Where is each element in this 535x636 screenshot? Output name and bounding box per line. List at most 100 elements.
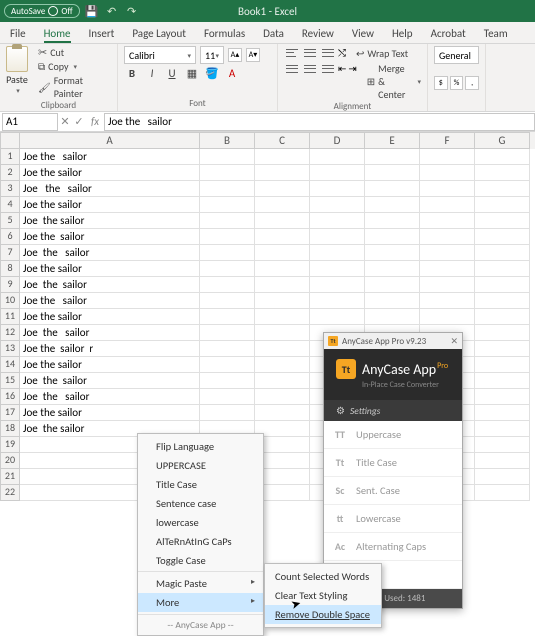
cell[interactable] bbox=[200, 213, 255, 229]
cell[interactable] bbox=[475, 453, 530, 469]
cell[interactable] bbox=[365, 165, 420, 181]
cell[interactable] bbox=[310, 293, 365, 309]
italic-button[interactable]: I bbox=[144, 67, 160, 80]
row-header[interactable]: 12 bbox=[0, 325, 20, 341]
cell[interactable] bbox=[365, 213, 420, 229]
sm-count-words[interactable]: Count Selected Words bbox=[265, 567, 381, 586]
sm-remove-double-space[interactable]: Remove Double Space bbox=[265, 605, 381, 624]
tab-team[interactable]: Team bbox=[484, 27, 508, 43]
cm-togglecase[interactable]: Toggle Case bbox=[138, 551, 263, 572]
cm-sentencecase[interactable]: Sentence case bbox=[138, 494, 263, 513]
row-header[interactable]: 9 bbox=[0, 277, 20, 293]
cell[interactable] bbox=[475, 261, 530, 277]
anycase-settings-button[interactable]: ⚙ Settings bbox=[324, 400, 462, 421]
tab-data[interactable]: Data bbox=[263, 27, 284, 43]
cell[interactable]: Joe the sailor bbox=[20, 197, 200, 213]
font-color-button[interactable]: A bbox=[224, 67, 240, 80]
cell[interactable]: Joe the sailor bbox=[20, 245, 200, 261]
cell[interactable] bbox=[420, 261, 475, 277]
currency-icon[interactable]: $ bbox=[434, 76, 448, 90]
font-name-combo[interactable]: Calibri▾ bbox=[124, 46, 196, 64]
close-icon[interactable]: ✕ bbox=[450, 336, 458, 347]
cell[interactable] bbox=[310, 149, 365, 165]
cell[interactable]: Joe the sailor bbox=[20, 293, 200, 309]
col-header-B[interactable]: B bbox=[200, 132, 255, 149]
cell[interactable] bbox=[200, 293, 255, 309]
cell[interactable] bbox=[420, 181, 475, 197]
percent-icon[interactable]: % bbox=[450, 76, 464, 90]
cancel-formula-icon[interactable]: ✕ bbox=[58, 115, 72, 128]
cell[interactable]: Joe the sailor bbox=[20, 229, 200, 245]
cell[interactable]: Joe the sailor bbox=[20, 261, 200, 277]
cell[interactable] bbox=[475, 405, 530, 421]
cell[interactable] bbox=[475, 485, 530, 501]
cell[interactable] bbox=[255, 405, 310, 421]
tab-file[interactable]: File bbox=[10, 27, 26, 43]
cell[interactable] bbox=[475, 197, 530, 213]
row-header[interactable]: 16 bbox=[0, 389, 20, 405]
cell[interactable]: Joe the sailor bbox=[20, 373, 200, 389]
cell[interactable]: Joe the sailor bbox=[20, 213, 200, 229]
row-header[interactable]: 22 bbox=[0, 485, 20, 501]
tab-pagelayout[interactable]: Page Layout bbox=[132, 27, 186, 43]
cell[interactable] bbox=[475, 373, 530, 389]
cell[interactable] bbox=[200, 165, 255, 181]
sm-clear-styling[interactable]: Clear Text Styling bbox=[265, 586, 381, 605]
merge-center-button[interactable]: ⊞Merge & Center▾ bbox=[367, 62, 421, 101]
paste-button[interactable]: Paste ▾ bbox=[6, 46, 28, 100]
anycase-opt-uppercase[interactable]: TTUppercase bbox=[324, 421, 462, 449]
cell[interactable] bbox=[255, 325, 310, 341]
cm-uppercase[interactable]: UPPERCASE bbox=[138, 456, 263, 475]
row-header[interactable]: 8 bbox=[0, 261, 20, 277]
row-header[interactable]: 21 bbox=[0, 469, 20, 485]
undo-icon[interactable]: ↶ bbox=[104, 3, 120, 19]
cell[interactable] bbox=[310, 229, 365, 245]
border-button[interactable]: ▦ bbox=[184, 67, 200, 80]
cell[interactable] bbox=[420, 309, 475, 325]
cell[interactable] bbox=[255, 277, 310, 293]
cell[interactable] bbox=[475, 437, 530, 453]
cell[interactable] bbox=[310, 213, 365, 229]
cm-lowercase[interactable]: lowercase bbox=[138, 513, 263, 532]
row-header[interactable]: 14 bbox=[0, 357, 20, 373]
cell[interactable] bbox=[420, 165, 475, 181]
row-header[interactable]: 10 bbox=[0, 293, 20, 309]
cell[interactable] bbox=[255, 245, 310, 261]
cell[interactable] bbox=[365, 181, 420, 197]
cell[interactable]: Joe the sailor bbox=[20, 325, 200, 341]
tab-review[interactable]: Review bbox=[302, 27, 334, 43]
cell[interactable] bbox=[365, 229, 420, 245]
cm-magic-paste[interactable]: Magic Paste bbox=[138, 574, 263, 593]
cell[interactable] bbox=[310, 165, 365, 181]
wrap-text-button[interactable]: ↩Wrap Text bbox=[356, 46, 408, 60]
cell[interactable] bbox=[475, 357, 530, 373]
cell[interactable] bbox=[200, 341, 255, 357]
cell[interactable]: Joe the sailor bbox=[20, 309, 200, 325]
tab-help[interactable]: Help bbox=[392, 27, 413, 43]
anycase-opt-sentcase[interactable]: ScSent. Case bbox=[324, 477, 462, 505]
cell[interactable] bbox=[255, 213, 310, 229]
indent-dec-icon[interactable]: ⇤ bbox=[338, 62, 346, 101]
row-header[interactable]: 1 bbox=[0, 149, 20, 165]
anycase-opt-titlecase[interactable]: TtTitle Case bbox=[324, 449, 462, 477]
cell[interactable] bbox=[475, 309, 530, 325]
row-header[interactable]: 2 bbox=[0, 165, 20, 181]
cell[interactable] bbox=[420, 213, 475, 229]
cell[interactable] bbox=[200, 277, 255, 293]
tab-home[interactable]: Home bbox=[44, 27, 71, 43]
align-center-icon[interactable] bbox=[302, 62, 318, 76]
row-header[interactable]: 17 bbox=[0, 405, 20, 421]
cell[interactable] bbox=[255, 229, 310, 245]
tab-view[interactable]: View bbox=[352, 27, 374, 43]
cell[interactable] bbox=[255, 309, 310, 325]
col-header-G[interactable]: G bbox=[475, 132, 530, 149]
fx-icon[interactable]: fx bbox=[86, 115, 104, 128]
cell[interactable] bbox=[310, 245, 365, 261]
cell[interactable] bbox=[365, 309, 420, 325]
cell[interactable] bbox=[420, 245, 475, 261]
cell[interactable] bbox=[310, 277, 365, 293]
cell[interactable] bbox=[255, 165, 310, 181]
cell[interactable] bbox=[200, 181, 255, 197]
cell[interactable] bbox=[255, 261, 310, 277]
cell[interactable] bbox=[365, 245, 420, 261]
